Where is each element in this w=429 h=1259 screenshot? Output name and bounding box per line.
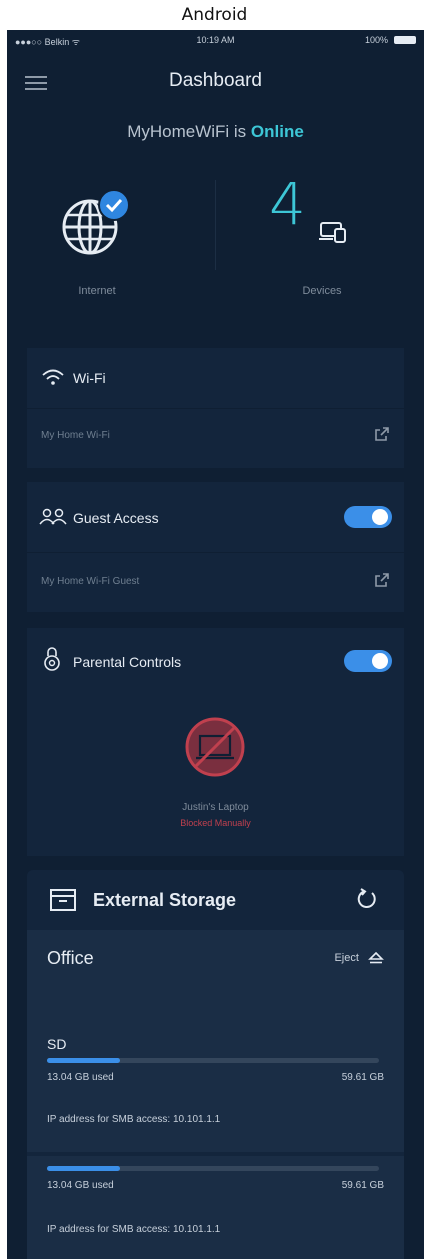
devices-label: Devices bbox=[302, 285, 342, 297]
battery-icon bbox=[394, 36, 416, 44]
guest-access-title: Guest Access bbox=[73, 510, 159, 526]
guest-access-toggle[interactable] bbox=[344, 506, 392, 528]
storage-box-icon bbox=[50, 889, 76, 911]
drive-used: 13.04 GB used bbox=[47, 1180, 114, 1191]
eject-label: Eject bbox=[334, 952, 359, 964]
drive-used: 13.04 GB used bbox=[47, 1072, 114, 1083]
drive-name: SD bbox=[47, 1036, 67, 1052]
divider bbox=[27, 408, 404, 409]
os-caption: Android bbox=[181, 5, 248, 25]
guest-access-card[interactable]: Guest Access My Home Wi-Fi Guest bbox=[27, 482, 404, 612]
guest-network-name: My Home Wi-Fi Guest bbox=[41, 576, 140, 587]
wifi-title: Wi-Fi bbox=[73, 370, 106, 386]
internet-label: Internet bbox=[78, 285, 116, 297]
guest-people-icon bbox=[39, 508, 67, 525]
summary-panel: Internet 4 Devices bbox=[7, 170, 424, 297]
online-badge: Online bbox=[250, 122, 304, 141]
drive-total: 59.61 GB bbox=[341, 1180, 384, 1191]
drive-ip-address: IP address for SMB access: 10.101.1.1 bbox=[47, 1114, 221, 1125]
battery-percent: 100% bbox=[364, 35, 388, 45]
blocked-laptop-icon[interactable] bbox=[184, 716, 246, 778]
network-name: MyHomeWiFi is bbox=[127, 122, 251, 141]
external-storage-card: External Storage Office Eject SD 13.04 G… bbox=[27, 870, 404, 1259]
parental-controls-title: Parental Controls bbox=[73, 654, 182, 670]
devices-icon bbox=[319, 222, 346, 243]
clock: 10:19 AM bbox=[196, 35, 235, 45]
drive-separator bbox=[27, 1152, 404, 1156]
drive-usage-bar bbox=[47, 1166, 379, 1171]
globe-icon bbox=[62, 189, 130, 255]
eject-button[interactable]: Eject bbox=[334, 951, 384, 964]
external-link-icon[interactable] bbox=[374, 572, 390, 588]
blocked-device-status: Blocked Manually bbox=[180, 818, 251, 828]
storage-header: External Storage bbox=[27, 870, 404, 930]
refresh-icon[interactable] bbox=[356, 888, 378, 910]
status-bar: ●●●○○ Belkin ᯤ 10:19 AM 100% bbox=[7, 30, 424, 50]
toggle-knob bbox=[372, 509, 388, 525]
drive-total: 59.61 GB bbox=[341, 1072, 384, 1083]
phone-screen: ●●●○○ Belkin ᯤ 10:19 AM 100% Dashboard M… bbox=[7, 30, 424, 1259]
drive-usage-fill bbox=[47, 1166, 121, 1171]
page-title: Dashboard bbox=[169, 70, 262, 91]
parental-controls-toggle[interactable] bbox=[344, 650, 392, 672]
drive-ip-address: IP address for SMB access: 10.101.1.1 bbox=[47, 1224, 221, 1235]
divider bbox=[27, 552, 404, 553]
network-status: MyHomeWiFi is Online bbox=[7, 122, 424, 142]
toggle-knob bbox=[372, 653, 388, 669]
drive-usage-fill bbox=[47, 1058, 121, 1063]
devices-count[interactable]: 4 bbox=[269, 170, 306, 238]
check-badge-icon bbox=[98, 189, 130, 221]
hero-divider bbox=[215, 180, 216, 270]
storage-title: External Storage bbox=[93, 890, 237, 910]
external-link-icon[interactable] bbox=[374, 426, 390, 442]
lock-icon bbox=[44, 647, 60, 671]
storage-location-panel: Office Eject SD 13.04 GB used 59.61 GB I… bbox=[27, 930, 404, 1259]
blocked-device-name: Justin's Laptop bbox=[182, 802, 249, 813]
eject-icon bbox=[368, 951, 384, 964]
wifi-icon bbox=[42, 369, 64, 385]
parental-controls-card[interactable]: Parental Controls Justin's Laptop Blocke… bbox=[27, 628, 404, 856]
wifi-network-name: My Home Wi-Fi bbox=[41, 430, 110, 441]
internet-tile[interactable] bbox=[52, 185, 137, 265]
storage-location: Office bbox=[47, 948, 94, 968]
drive-usage-bar bbox=[47, 1058, 379, 1063]
wifi-card[interactable]: Wi-Fi My Home Wi-Fi bbox=[27, 348, 404, 468]
